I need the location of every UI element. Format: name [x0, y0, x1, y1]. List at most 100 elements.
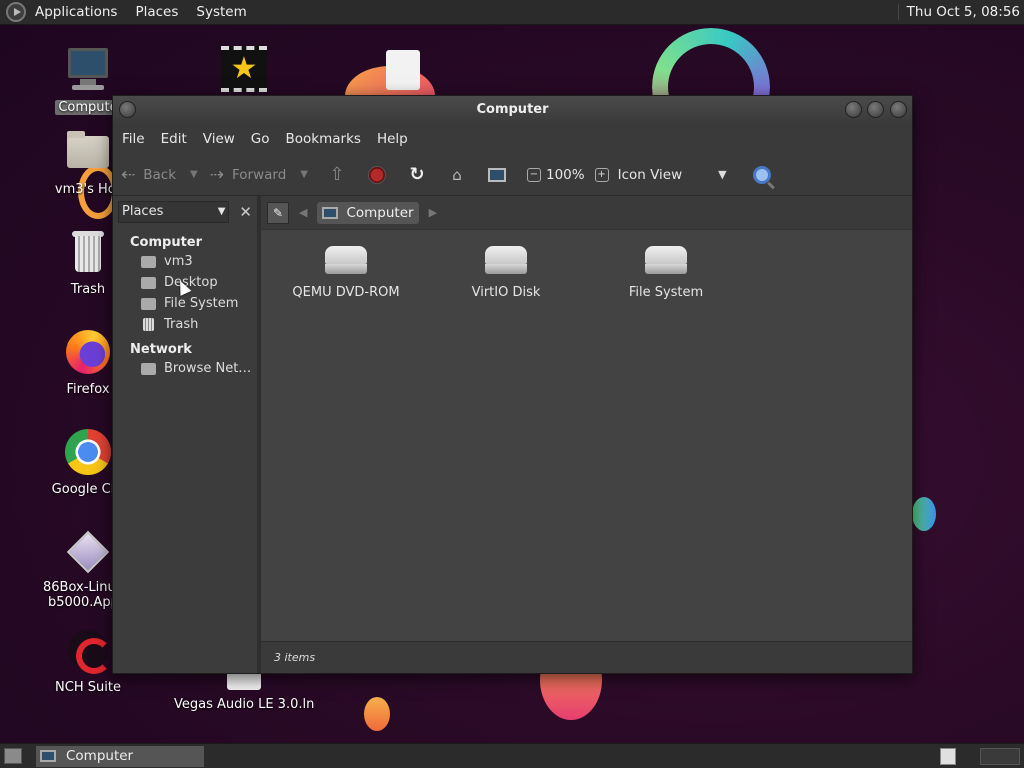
stop-button[interactable]: [364, 162, 390, 188]
workspace-2[interactable]: [980, 747, 1020, 765]
chevron-right-icon[interactable]: ▶: [429, 206, 437, 219]
sidebar-header: Places ▼ ✕: [113, 196, 257, 227]
desktop-icon-label: Compute: [55, 100, 121, 115]
optical-drive-icon: [325, 246, 367, 274]
window-body: Places ▼ ✕ Computer vm3 Desktop File Sys…: [113, 196, 912, 673]
search-icon[interactable]: [752, 165, 771, 184]
chevron-down-icon: ▼: [217, 206, 226, 217]
taskbar-item-computer[interactable]: Computer: [36, 745, 204, 767]
menu-places[interactable]: Places: [126, 4, 187, 20]
show-desktop-button[interactable]: [4, 748, 22, 764]
forward-arrow-icon: ⇢: [209, 164, 224, 185]
sidebar-item-browse-network[interactable]: Browse Net…: [113, 357, 257, 378]
reload-icon: ↻: [409, 164, 425, 185]
computer-icon: [322, 206, 339, 219]
desktop-icon-vegas[interactable]: Vegas Audio LE 3.0.lnk: [174, 674, 314, 712]
desktop-icon-starfilm[interactable]: ★: [219, 46, 269, 94]
wallpaper-blob: [364, 697, 390, 731]
pencil-icon: ✎: [272, 205, 284, 220]
item-qemu-dvd-rom[interactable]: QEMU DVD-ROM: [271, 246, 421, 300]
firefox-icon: [64, 328, 112, 376]
reload-button[interactable]: ↻: [404, 162, 430, 188]
clock[interactable]: Thu Oct 5, 08:56: [897, 4, 1020, 20]
window-titlebar[interactable]: Computer: [113, 96, 912, 124]
home-button[interactable]: ⌂: [444, 162, 470, 188]
toolbar: ⇠ Back ▼ ⇢ Forward ▼ ⇧ ↻ ⌂ − 100% + Icon…: [113, 154, 912, 196]
minimize-button[interactable]: [845, 101, 862, 118]
computer-icon: [487, 167, 506, 182]
stop-icon: [367, 165, 386, 184]
window-title: Computer: [476, 102, 549, 117]
hard-disk-icon: [485, 246, 527, 274]
back-arrow-icon: ⇠: [121, 164, 136, 185]
home-icon: ⌂: [452, 165, 462, 184]
film-star-icon: ★: [220, 46, 268, 94]
network-icon: [141, 362, 156, 375]
menu-bookmarks[interactable]: Bookmarks: [278, 131, 369, 147]
back-history-dropdown[interactable]: ▼: [190, 169, 198, 180]
trash-icon: [64, 228, 112, 276]
status-bar: 3 items: [261, 641, 912, 673]
trash-icon: [143, 318, 154, 331]
location-bar: ✎ ◀ Computer ▶: [261, 196, 912, 230]
menu-view[interactable]: View: [195, 131, 243, 147]
menu-go[interactable]: Go: [243, 131, 278, 147]
maximize-button[interactable]: [867, 101, 884, 118]
sidebar-section-network: Network: [130, 342, 192, 357]
status-text: 3 items: [274, 651, 316, 664]
file-manager-window: Computer File Edit View Go Bookmarks Hel…: [112, 95, 913, 674]
zoom-out-button[interactable]: −: [526, 167, 541, 182]
menu-edit[interactable]: Edit: [153, 131, 195, 147]
menu-system[interactable]: System: [187, 4, 255, 20]
drive-icon: [141, 297, 156, 310]
chevron-down-icon[interactable]: ▼: [718, 168, 726, 181]
sidebar-item-trash[interactable]: Trash: [113, 313, 257, 334]
desktop-icon-label: Vegas Audio LE 3.0.lnk: [174, 697, 314, 712]
appimage-icon: [64, 528, 112, 576]
close-button[interactable]: [890, 101, 907, 118]
up-arrow-icon: ⇧: [329, 164, 345, 185]
up-button[interactable]: ⇧: [324, 162, 350, 188]
workspace-1[interactable]: [940, 747, 956, 765]
top-panel: Applications Places System Thu Oct 5, 08…: [0, 0, 1024, 25]
sidebar-section-computer: Computer: [130, 235, 203, 250]
sidebar-item-vm3[interactable]: vm3: [113, 250, 257, 271]
menu-help[interactable]: Help: [369, 131, 416, 147]
computer-icon: [64, 46, 112, 94]
nch-icon: [64, 626, 112, 674]
desktop-icon-label: NCH Suite: [55, 680, 121, 695]
chevron-left-icon[interactable]: ◀: [299, 206, 307, 219]
computer-icon: [40, 750, 56, 762]
document-icon: [386, 50, 420, 90]
menu-file[interactable]: File: [113, 131, 153, 147]
home-folder-icon: [141, 255, 156, 268]
shortcut-icon: [227, 674, 261, 690]
sidebar-close-icon[interactable]: ✕: [239, 203, 252, 221]
desktop-icon-document[interactable]: [383, 50, 423, 90]
zoom-in-button[interactable]: +: [594, 167, 609, 182]
forward-history-dropdown[interactable]: ▼: [300, 169, 308, 180]
distro-logo-icon[interactable]: [6, 2, 26, 22]
desktop-folder-icon: [141, 276, 156, 289]
forward-button[interactable]: ⇢ Forward: [210, 165, 287, 185]
chrome-icon: [64, 428, 112, 476]
sidebar-type-select[interactable]: Places ▼: [118, 200, 230, 223]
computer-button[interactable]: [484, 162, 510, 188]
item-file-system[interactable]: File System: [591, 246, 741, 300]
edit-location-button[interactable]: ✎: [267, 201, 289, 224]
view-mode-select[interactable]: Icon View: [618, 167, 683, 183]
zoom-level: 100%: [545, 166, 585, 183]
breadcrumb-computer[interactable]: Computer: [317, 201, 419, 224]
hard-disk-icon: [645, 246, 687, 274]
home-folder-icon: [64, 128, 112, 176]
sidebar: Places ▼ ✕ Computer vm3 Desktop File Sys…: [113, 196, 261, 673]
content-pane: ✎ ◀ Computer ▶ QEMU DVD-ROM VirtIO Disk: [261, 196, 912, 673]
back-button[interactable]: ⇠ Back: [121, 165, 176, 185]
bottom-panel: Computer: [0, 743, 1024, 768]
sidebar-item-file-system[interactable]: File System: [113, 292, 257, 313]
menubar: File Edit View Go Bookmarks Help: [113, 124, 912, 154]
wallpaper-blob: [912, 497, 936, 531]
menu-applications[interactable]: Applications: [26, 4, 126, 20]
item-virtio-disk[interactable]: VirtIO Disk: [431, 246, 581, 300]
window-menu-icon[interactable]: [119, 101, 136, 118]
